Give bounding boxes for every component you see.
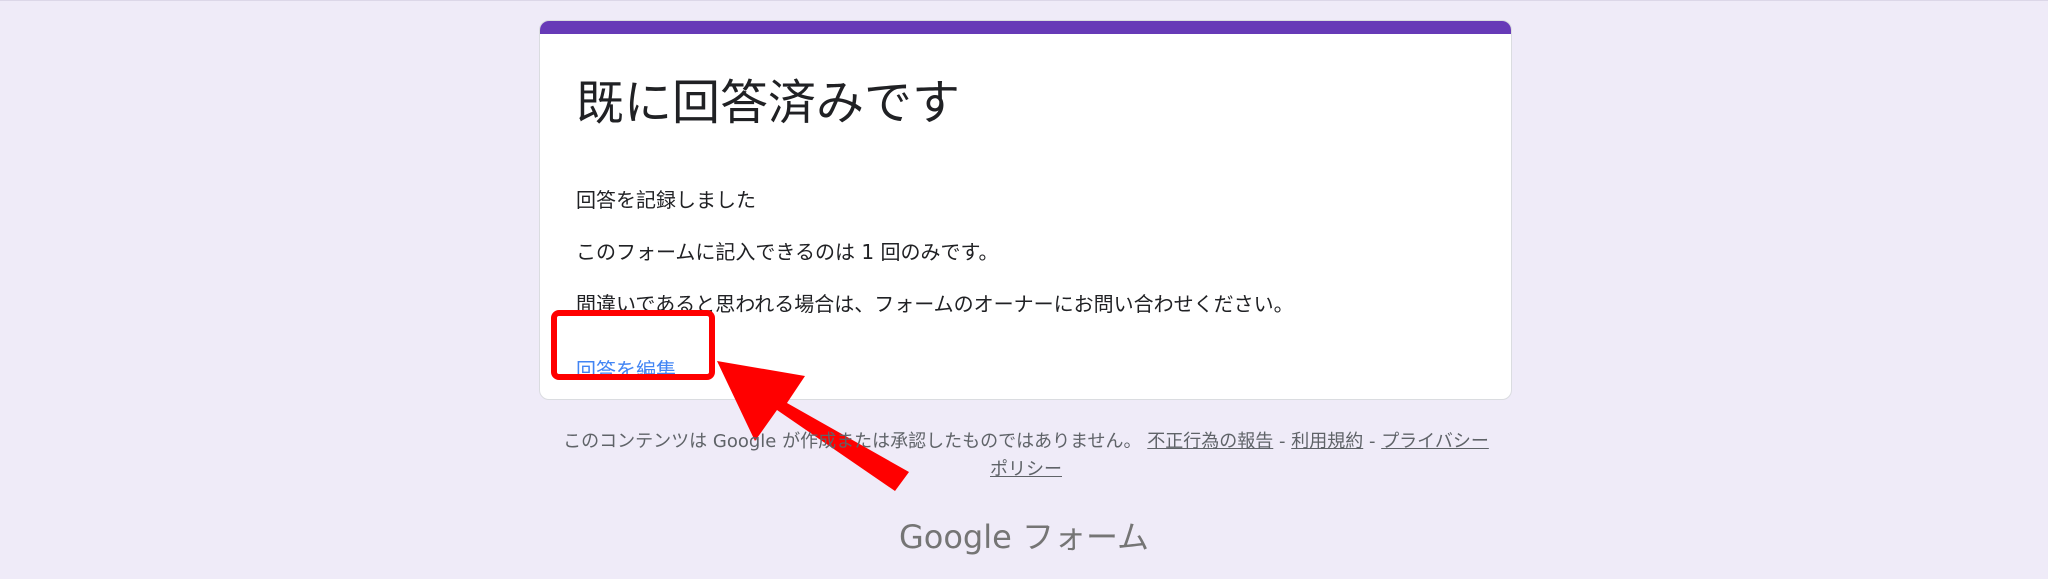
footer-disclaimer: このコンテンツは Google が作成または承認したものではありません。 <box>563 431 1142 452</box>
google-forms-logo[interactable]: Google フォーム <box>0 512 2048 558</box>
terms-link[interactable]: 利用規約 <box>1291 431 1363 452</box>
report-abuse-link[interactable]: 不正行為の報告 <box>1147 431 1273 452</box>
card-accent-bar <box>540 21 1511 34</box>
page-title: 既に回答済みです <box>576 75 961 131</box>
top-divider <box>0 0 2048 1</box>
forms-wordmark: フォーム <box>1021 518 1150 556</box>
footer-separator: - <box>1368 431 1382 452</box>
confirmation-message: 回答を記録しました <box>576 188 756 212</box>
footer: このコンテンツは Google が作成または承認したものではありません。 不正行… <box>560 428 1492 484</box>
google-wordmark: Google <box>898 518 1012 556</box>
annotation-highlight-box <box>551 310 715 380</box>
footer-separator: - <box>1279 431 1292 452</box>
single-response-message: このフォームに記入できるのは 1 回のみです。 <box>576 240 999 264</box>
